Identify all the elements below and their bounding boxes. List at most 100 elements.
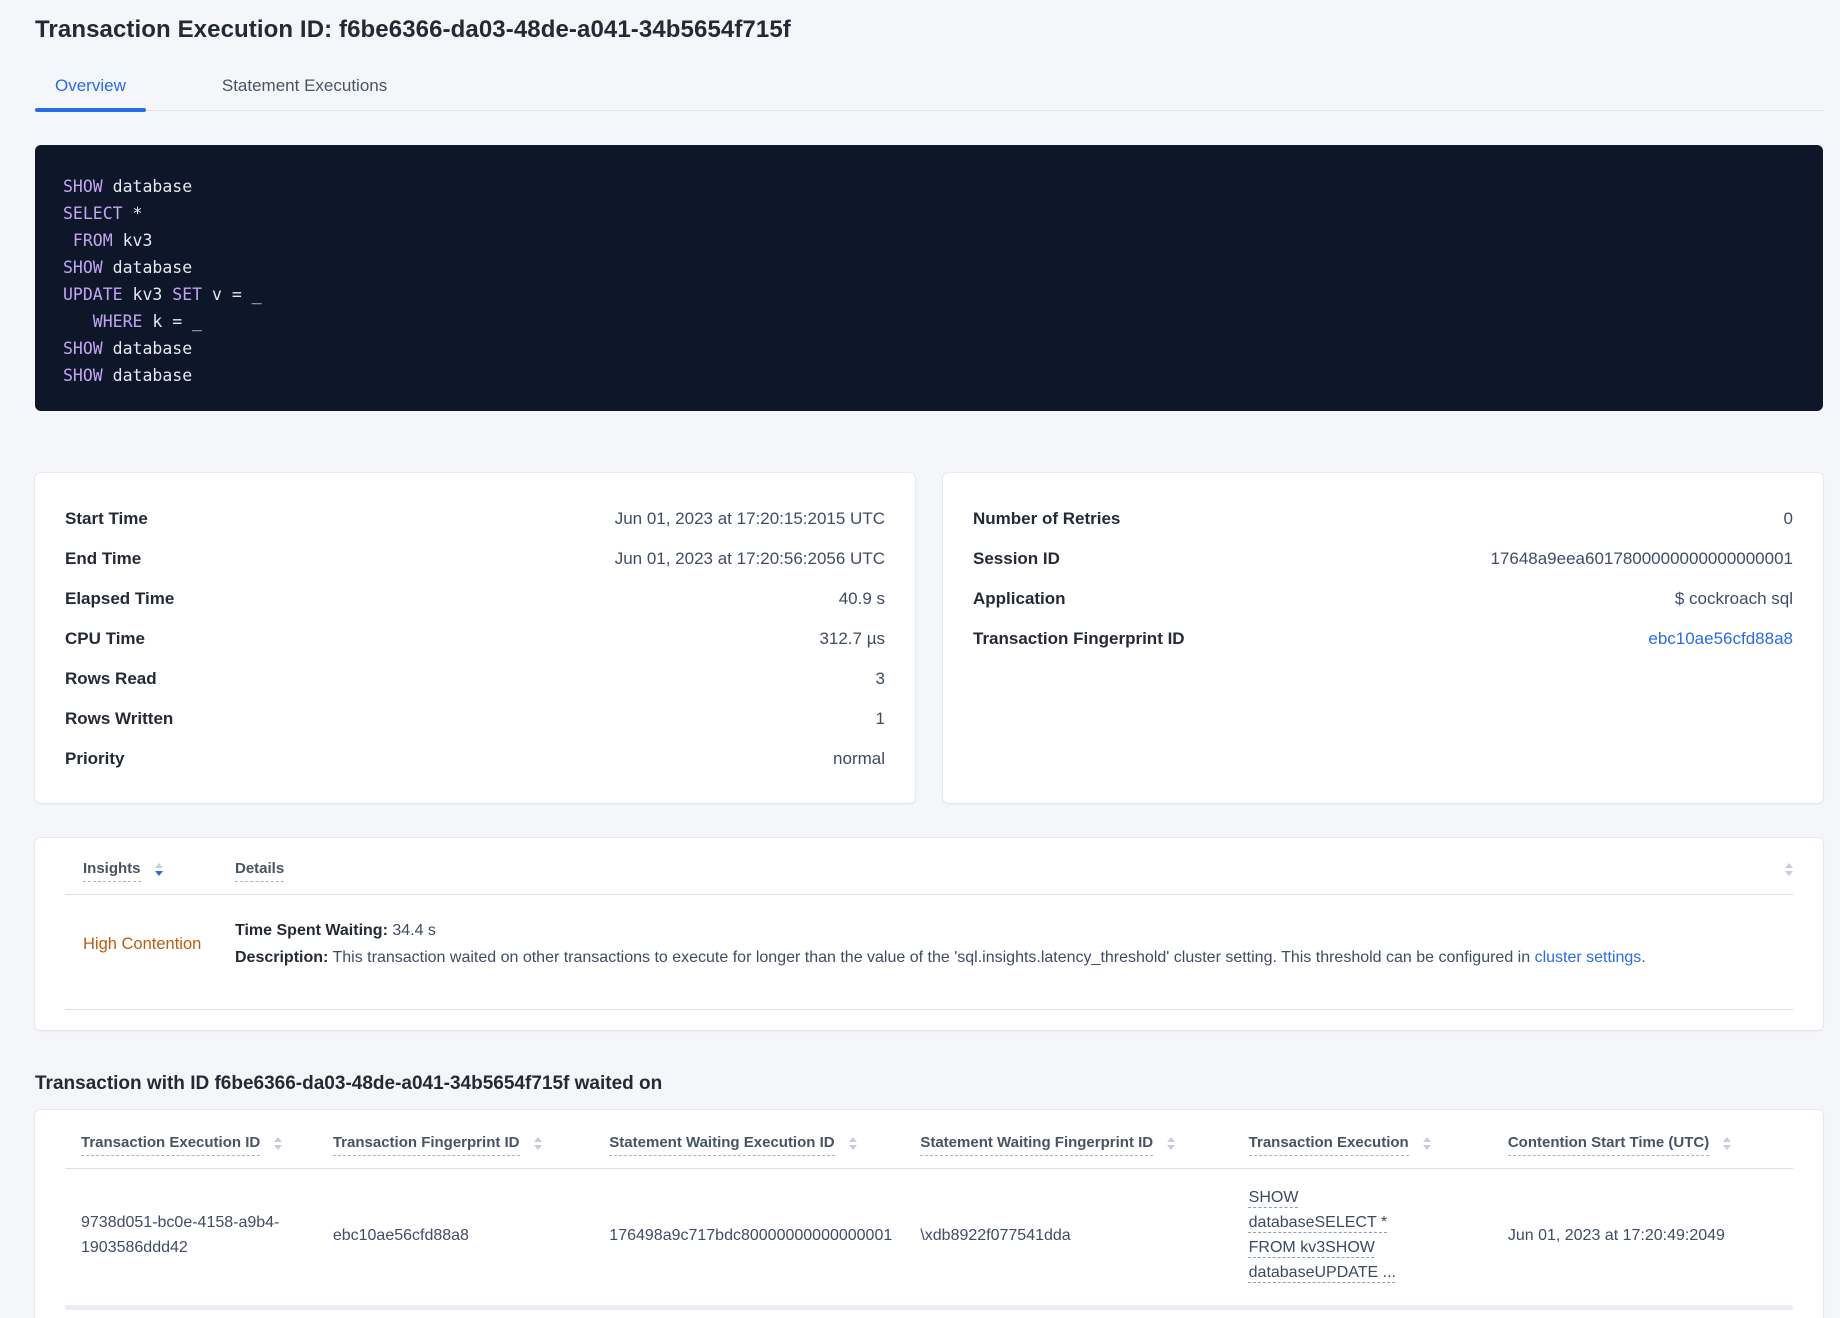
cell-contention-start-time: Jun 01, 2023 at 17:20:49:2049	[1507, 1226, 1725, 1244]
summary-row: Rows Read 3	[65, 659, 885, 699]
priority-value: normal	[833, 749, 885, 768]
column-header-label[interactable]: Statement Waiting Fingerprint ID	[920, 1134, 1154, 1156]
sort-icon[interactable]	[1422, 1137, 1431, 1150]
end-time-value: Jun 01, 2023 at 17:20:56:2056 UTC	[614, 549, 885, 568]
transaction-fingerprint-id-label: Transaction Fingerprint ID	[973, 629, 1185, 648]
sort-icon[interactable]	[1785, 863, 1793, 876]
column-header-statement-waiting-execution-id: Statement Waiting Execution ID	[609, 1134, 920, 1156]
application-value: $ cockroach sql	[1674, 589, 1793, 608]
insights-column-header: Insights	[65, 860, 235, 882]
transaction-details-page: Transaction Execution ID: f6be6366-da03-…	[0, 0, 1840, 1318]
sql-text: database	[102, 339, 193, 358]
sql-line: SHOW database	[63, 254, 1795, 281]
waited-table-header: Transaction Execution ID Transaction Fin…	[65, 1110, 1793, 1156]
sort-icon[interactable]	[274, 1137, 283, 1150]
cell-transaction-execution-id: 9738d051-bc0e-4158-a9b4-1903586ddd42	[81, 1214, 280, 1256]
summary-row: Number of Retries 0	[973, 499, 1793, 539]
waited-on-table-card: Transaction Execution ID Transaction Fin…	[35, 1110, 1823, 1318]
sql-line: SHOW database	[63, 173, 1795, 200]
sort-icon[interactable]	[533, 1137, 542, 1150]
summary-row: Priority normal	[65, 739, 885, 779]
insight-details: Time Spent Waiting: 34.4 s Description: …	[235, 917, 1793, 971]
application-label: Application	[973, 589, 1066, 608]
details-header-label[interactable]: Details	[235, 860, 285, 882]
cluster-settings-link[interactable]: cluster settings	[1535, 949, 1642, 966]
sql-keyword: SHOW	[63, 339, 103, 358]
number-of-retries-label: Number of Retries	[973, 509, 1121, 528]
start-time-label: Start Time	[65, 509, 148, 528]
sql-line: WHERE k = _	[63, 308, 1795, 335]
column-header-label[interactable]: Transaction Fingerprint ID	[332, 1134, 520, 1156]
tab-statement-executions[interactable]: Statement Executions	[202, 68, 407, 110]
summary-row: End Time Jun 01, 2023 at 17:20:56:2056 U…	[65, 539, 885, 579]
sql-line: SHOW database	[63, 335, 1795, 362]
summary-row: Start Time Jun 01, 2023 at 17:20:15:2015…	[65, 499, 885, 539]
sql-text: database	[102, 366, 193, 385]
table-row: 9738d051-bc0e-4158-a9b4-1903586ddd42 ebc…	[65, 1169, 1793, 1305]
page-title: Transaction Execution ID: f6be6366-da03-…	[35, 16, 791, 43]
sql-keyword: SELECT	[63, 204, 123, 223]
tab-bar: Overview Statement Executions	[35, 68, 1823, 112]
transaction-fingerprint-id-link[interactable]: ebc10ae56cfd88a8	[1648, 629, 1793, 649]
time-spent-waiting-value: 34.4 s	[392, 922, 436, 939]
sort-icon[interactable]	[848, 1137, 857, 1150]
details-column-header: Details	[235, 860, 1793, 882]
summary-row: Session ID 17648a9eea6017800000000000000…	[973, 539, 1793, 579]
sort-icon[interactable]	[1723, 1137, 1732, 1150]
transaction-execution-link[interactable]: SHOW databaseSELECT * FROM kv3SHOW datab…	[1249, 1185, 1427, 1285]
description-label: Description:	[235, 949, 329, 966]
column-header-label[interactable]: Statement Waiting Execution ID	[609, 1134, 835, 1156]
description-suffix: .	[1641, 949, 1646, 966]
column-header-label[interactable]: Transaction Execution	[1248, 1134, 1409, 1156]
sql-text: kv3	[122, 285, 173, 304]
insight-row: High Contention Time Spent Waiting: 34.4…	[65, 895, 1793, 997]
sql-line: FROM kv3	[63, 227, 1795, 254]
table-bottom-divider	[65, 1305, 1793, 1310]
insights-table-header: Insights Details	[65, 838, 1793, 882]
rows-written-value: 1	[875, 709, 885, 728]
rows-written-label: Rows Written	[65, 709, 174, 728]
sql-text: *	[122, 204, 143, 223]
session-details-card: Number of Retries 0 Session ID 17648a9ee…	[943, 473, 1823, 803]
column-header-label[interactable]: Contention Start Time (UTC)	[1507, 1134, 1710, 1156]
priority-label: Priority	[65, 749, 125, 768]
execution-times-card: Start Time Jun 01, 2023 at 17:20:15:2015…	[35, 473, 915, 803]
summary-row: Rows Written 1	[65, 699, 885, 739]
time-spent-waiting-label: Time Spent Waiting:	[235, 922, 388, 939]
sql-statements-box: SHOW database SELECT * FROM kv3 SHOW datab…	[35, 145, 1823, 411]
rows-read-value: 3	[875, 669, 885, 688]
cell-statement-waiting-execution-id: 176498a9c717bdc80000000000000001	[609, 1226, 893, 1244]
column-header-contention-start-time: Contention Start Time (UTC)	[1507, 1134, 1793, 1156]
cpu-time-value: 312.7 µs	[819, 629, 885, 648]
sql-keyword: SET	[172, 285, 203, 304]
sql-keyword: UPDATE	[63, 285, 123, 304]
tab-overview[interactable]: Overview	[35, 68, 146, 112]
sql-keyword: WHERE	[63, 312, 143, 331]
cell-statement-waiting-fingerprint-id: \xdb8922f077541dda	[920, 1226, 1071, 1244]
column-header-transaction-execution: Transaction Execution	[1248, 1134, 1508, 1156]
sort-icon[interactable]	[154, 863, 163, 876]
column-header-statement-waiting-fingerprint-id: Statement Waiting Fingerprint ID	[920, 1134, 1248, 1156]
sql-text: database	[102, 258, 193, 277]
sql-text: k = _	[142, 312, 203, 331]
column-header-label[interactable]: Transaction Execution ID	[81, 1134, 261, 1156]
start-time-value: Jun 01, 2023 at 17:20:15:2015 UTC	[614, 509, 885, 528]
cell-transaction-fingerprint-id: ebc10ae56cfd88a8	[332, 1226, 469, 1244]
sql-line: SHOW database	[63, 362, 1795, 389]
summary-cards-row: Start Time Jun 01, 2023 at 17:20:15:2015…	[35, 473, 1823, 803]
column-header-transaction-execution-id: Transaction Execution ID	[65, 1134, 333, 1156]
sql-keyword: SHOW	[63, 177, 103, 196]
elapsed-time-value: 40.9 s	[838, 589, 885, 608]
divider	[65, 1009, 1793, 1010]
sql-text: database	[102, 177, 193, 196]
description-line: Description: This transaction waited on …	[235, 944, 1793, 971]
number-of-retries-value: 0	[1783, 509, 1793, 528]
insights-header-label[interactable]: Insights	[83, 860, 141, 882]
summary-row: Application $ cockroach sql	[973, 579, 1793, 619]
sql-text: v = _	[202, 285, 262, 304]
cell-transaction-execution: SHOW databaseSELECT * FROM kv3SHOW datab…	[1249, 1185, 1508, 1285]
sql-line: SELECT *	[63, 200, 1795, 227]
session-id-value: 17648a9eea6017800000000000000001	[1490, 549, 1793, 568]
sort-icon[interactable]	[1167, 1137, 1176, 1150]
summary-row: Transaction Fingerprint ID ebc10ae56cfd8…	[973, 619, 1793, 659]
